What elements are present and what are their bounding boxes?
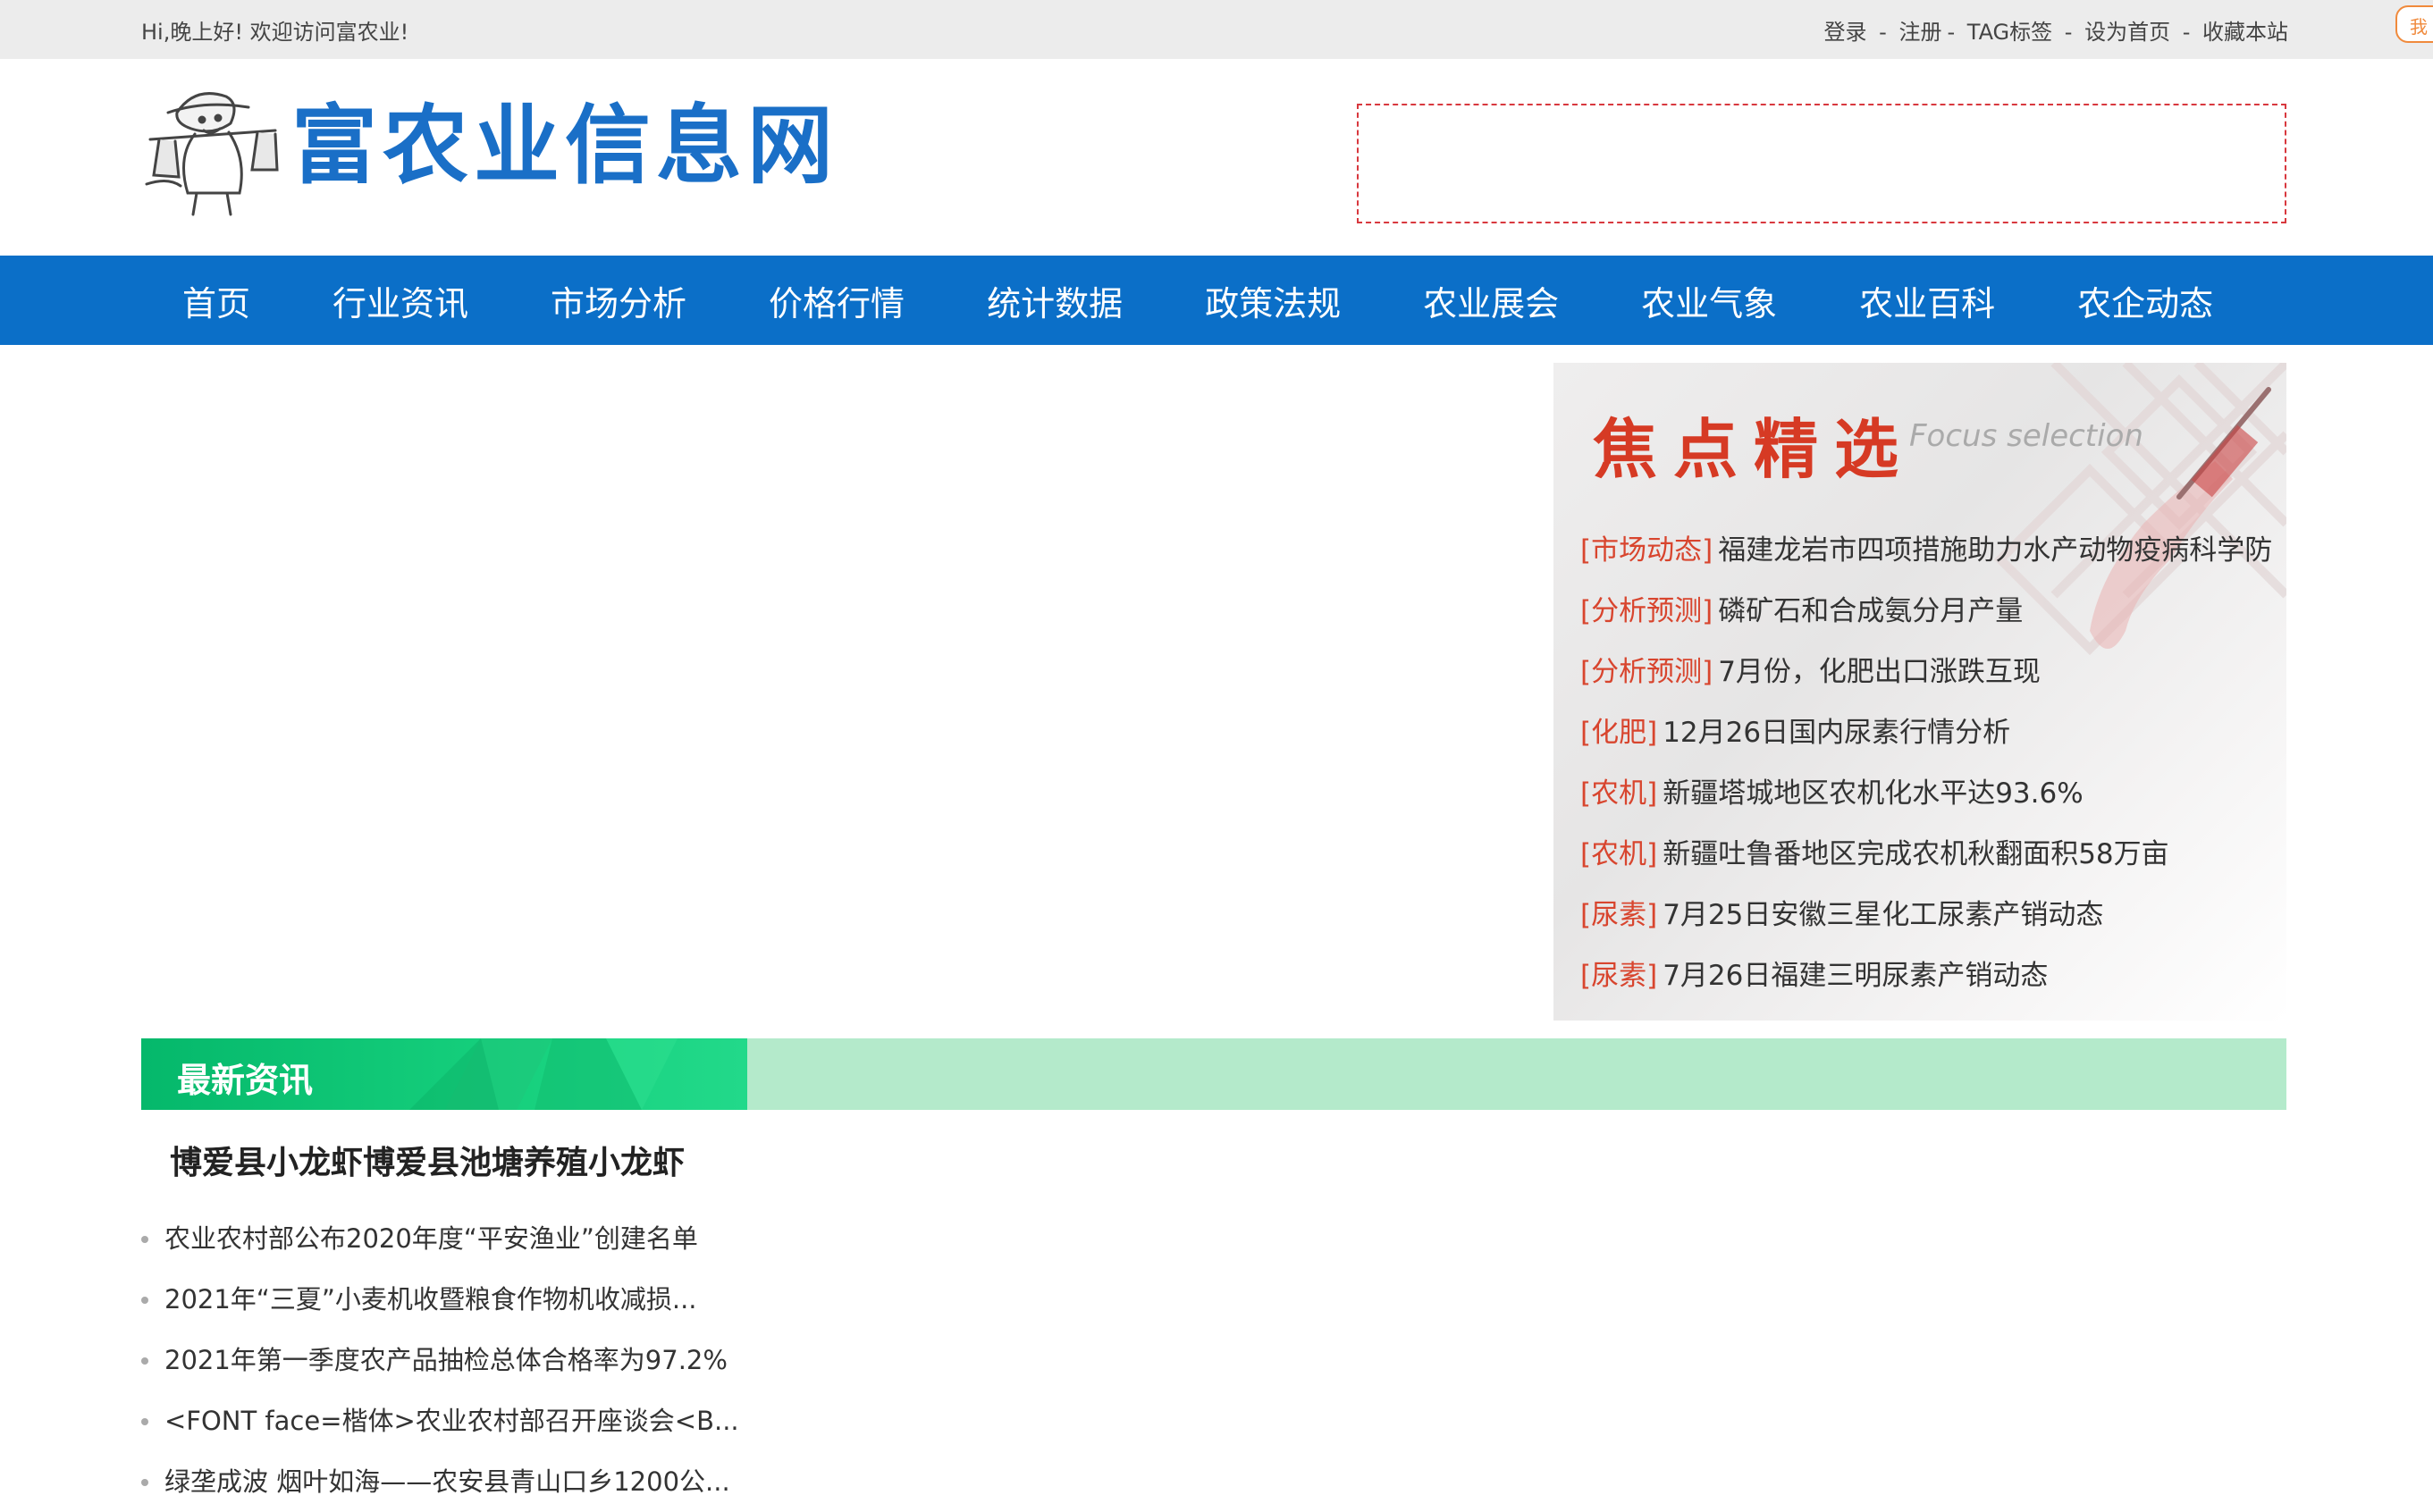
focus-item-category[interactable]: [分析预测] [1580,595,1713,627]
greeting-text: Hi,晚上好! 欢迎访问富农业! [141,20,409,45]
news-item-title[interactable]: 2021年第一季度农产品抽检总体合格率为97.2% [164,1345,728,1375]
login-link[interactable]: 登录 [1824,20,1867,45]
bullet-icon [141,1297,148,1304]
nav-item-exhibitions[interactable]: 农业展会 [1382,256,1600,345]
focus-item-title[interactable]: 7月26日福建三明尿素产销动态 [1663,960,2048,992]
news-item-title[interactable]: 农业农村部公布2020年度“平安渔业”创建名单 [164,1223,698,1254]
main-nav: 首页 行业资讯 市场分析 价格行情 统计数据 政策法规 农业展会 农业气象 农业… [0,256,2433,345]
nav-item-policy[interactable]: 政策法规 [1164,256,1382,345]
latest-news-list: 农业农村部公布2020年度“平安渔业”创建名单 2021年“三夏”小麦机收暨粮食… [141,1208,767,1512]
focus-item-category[interactable]: [分析预测] [1580,656,1713,688]
site-logo[interactable]: 富农业信息网 [141,77,833,220]
focus-item[interactable]: [尿素] 7月26日福建三明尿素产销动态 [1580,945,2277,1006]
focus-item[interactable]: [分析预测] 磷矿石和合成氨分月产量 [1580,581,2277,642]
focus-title: 焦点精选 [1593,411,1915,487]
focus-item-title[interactable]: 7月25日安徽三星化工尿素产销动态 [1663,899,2103,931]
separator: - [1872,20,1894,45]
list-item[interactable]: 2021年“三夏”小麦机收暨粮食作物机收减损... [141,1269,767,1330]
top-links: 登录 - 注册 - TAG标签 - 设为首页 - 收藏本站 [1824,14,2288,46]
latest-news-header: 最新资讯 [141,1038,747,1110]
tag-link[interactable]: TAG标签 [1967,20,2052,45]
nav-item-market-analysis[interactable]: 市场分析 [509,256,728,345]
separator: - [2058,20,2080,45]
bullet-icon [141,1236,148,1243]
news-item-title[interactable]: <FONT face=楷体>农业农村部召开座谈会<B... [164,1406,739,1436]
focus-item[interactable]: [化肥] 12月26日国内尿素行情分析 [1580,702,2277,763]
farmer-mascot-icon [145,92,279,216]
list-item[interactable]: 绿垄成波 烟叶如海——农安县青山口乡1200公... [141,1451,767,1512]
bullet-icon [141,1479,148,1486]
floating-side-tab[interactable]: 我 [2395,5,2433,43]
focus-item-category[interactable]: [化肥] [1580,717,1657,749]
nav-item-prices[interactable]: 价格行情 [728,256,946,345]
focus-item[interactable]: [农机] 新疆吐鲁番地区完成农机秋翻面积58万亩 [1580,824,2277,885]
top-bar: Hi,晚上好! 欢迎访问富农业! 登录 - 注册 - TAG标签 - 设为首页 -… [0,0,2433,59]
focus-item[interactable]: [市场动态] 福建龙岩市四项措施助力水产动物疫病科学防 [1580,520,2277,581]
focus-item-category[interactable]: [尿素] [1580,960,1657,992]
focus-item[interactable]: [尿素] 7月25日安徽三星化工尿素产销动态 [1580,885,2277,945]
nav-item-industry-news[interactable]: 行业资讯 [291,256,509,345]
bullet-icon [141,1357,148,1365]
logo-text: 富农业信息网 [291,96,838,196]
set-homepage-link[interactable]: 设为首页 [2084,20,2170,45]
focus-item-category[interactable]: [尿素] [1580,899,1657,931]
focus-item-category[interactable]: [农机] [1580,777,1657,810]
focus-item-title[interactable]: 7月份，化肥出口涨跌互现 [1718,656,2041,688]
bookmark-link[interactable]: 收藏本站 [2202,20,2288,45]
nav-item-weather[interactable]: 农业气象 [1600,256,1818,345]
headline-link[interactable]: 博爱县小龙虾博爱县池塘养殖小龙虾 [170,1137,685,1183]
nav-item-encyclopedia[interactable]: 农业百科 [1818,256,2036,345]
focus-item[interactable]: [农机] 新疆塔城地区农机化水平达93.6% [1580,763,2277,824]
list-item[interactable]: 农业农村部公布2020年度“平安渔业”创建名单 [141,1208,767,1269]
focus-item-title[interactable]: 磷矿石和合成氨分月产量 [1718,595,2023,627]
focus-list: [市场动态] 福建龙岩市四项措施助力水产动物疫病科学防 [分析预测] 磷矿石和合成氨… [1580,520,2277,1006]
bullet-icon [141,1418,148,1425]
register-link[interactable]: 注册 [1898,20,1941,45]
focus-item-title[interactable]: 福建龙岩市四项措施助力水产动物疫病科学防 [1718,534,2272,567]
latest-news-title: 最新资讯 [177,1061,314,1100]
focus-item-title[interactable]: 12月26日国内尿素行情分析 [1663,717,2010,749]
separator: - [1947,20,1962,45]
focus-item-title[interactable]: 新疆塔城地区农机化水平达93.6% [1663,777,2083,810]
news-item-title[interactable]: 绿垄成波 烟叶如海——农安县青山口乡1200公... [164,1466,730,1497]
focus-item-category[interactable]: [市场动态] [1580,534,1713,567]
separator: - [2176,20,2197,45]
nav-item-company-news[interactable]: 农企动态 [2036,256,2254,345]
news-item-title[interactable]: 2021年“三夏”小麦机收暨粮食作物机收减损... [164,1284,697,1315]
list-item[interactable]: <FONT face=楷体>农业农村部召开座谈会<B... [141,1390,767,1451]
list-item[interactable]: 2021年第一季度农产品抽检总体合格率为97.2% [141,1330,767,1390]
nav-item-home[interactable]: 首页 [141,256,291,345]
focus-item[interactable]: [分析预测] 7月份，化肥出口涨跌互现 [1580,642,2277,702]
focus-subtitle: Focus selection [1909,418,2143,454]
focus-item-title[interactable]: 新疆吐鲁番地区完成农机秋翻面积58万亩 [1663,838,2168,870]
focus-selection-panel: 焦点精选 Focus selection [市场动态] 福建龙岩市四项措施助力水产… [1553,363,2286,1021]
focus-item-category[interactable]: [农机] [1580,838,1657,870]
ad-banner-placeholder[interactable] [1357,104,2286,223]
nav-item-statistics[interactable]: 统计数据 [946,256,1164,345]
